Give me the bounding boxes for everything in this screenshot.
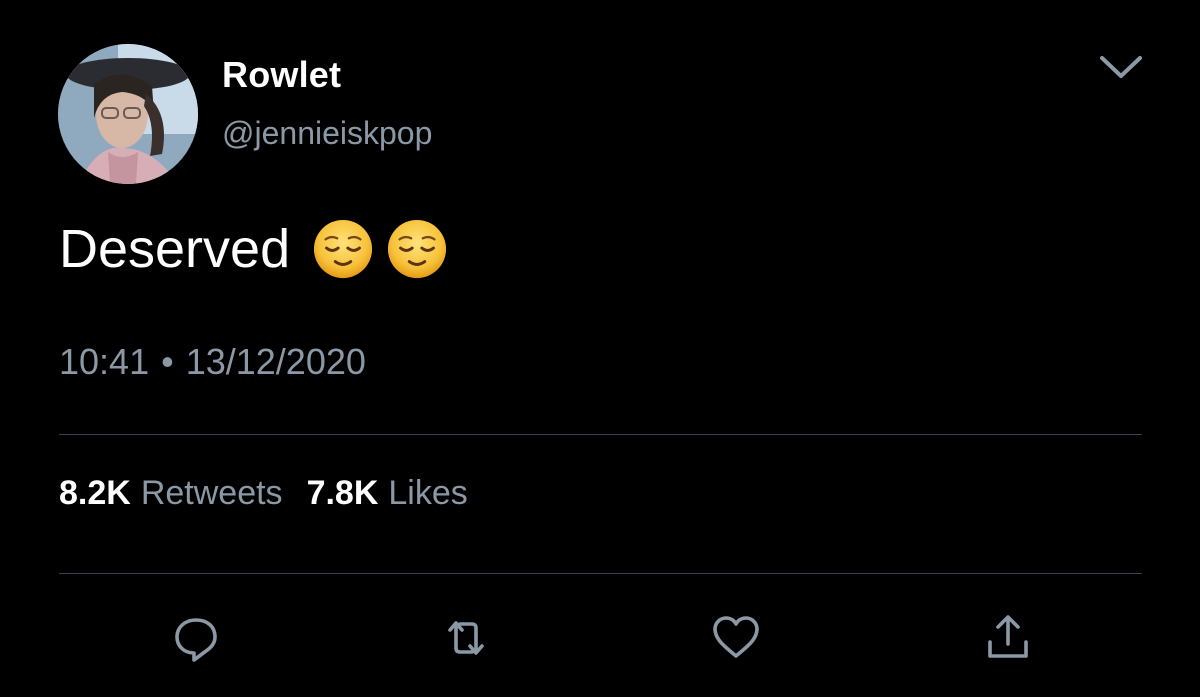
retweets-count: 8.2K <box>59 474 131 512</box>
share-icon[interactable] <box>982 612 1034 664</box>
like-icon[interactable] <box>710 612 762 664</box>
tweet-timestamp: 10:41 • 13/12/2020 <box>59 341 366 383</box>
relieved-face-emoji <box>314 219 373 279</box>
tweet-text: Deserved <box>59 218 448 280</box>
tweet-stats: 8.2K Retweets 7.8K Likes <box>59 474 492 513</box>
tweet-date: 13/12/2020 <box>185 341 366 382</box>
retweet-icon[interactable] <box>440 612 492 664</box>
tweet-emojis <box>312 218 448 280</box>
tweet-detail: Rowlet @jennieiskpop Deserved 10:41 • 13… <box>0 0 1200 697</box>
action-bar <box>0 612 1200 664</box>
retweets-label: Retweets <box>140 474 283 512</box>
likes-count: 7.8K <box>306 474 379 512</box>
timestamp-separator: • <box>161 341 174 382</box>
reply-icon[interactable] <box>170 612 222 664</box>
author-handle[interactable]: @jennieiskpop <box>222 115 432 152</box>
tweet-time: 10:41 <box>59 341 150 382</box>
relieved-face-emoji <box>388 219 447 279</box>
tweet-text-content: Deserved <box>59 219 291 279</box>
retweets-stat[interactable]: 8.2K Retweets <box>59 474 283 513</box>
author-display-name[interactable]: Rowlet <box>222 54 341 96</box>
avatar-photo <box>58 44 198 184</box>
likes-label: Likes <box>388 474 468 512</box>
likes-stat[interactable]: 7.8K Likes <box>307 474 468 513</box>
chevron-down-icon[interactable] <box>1098 52 1144 82</box>
divider-top <box>59 434 1142 435</box>
avatar[interactable] <box>58 44 198 184</box>
divider-bottom <box>59 573 1142 574</box>
